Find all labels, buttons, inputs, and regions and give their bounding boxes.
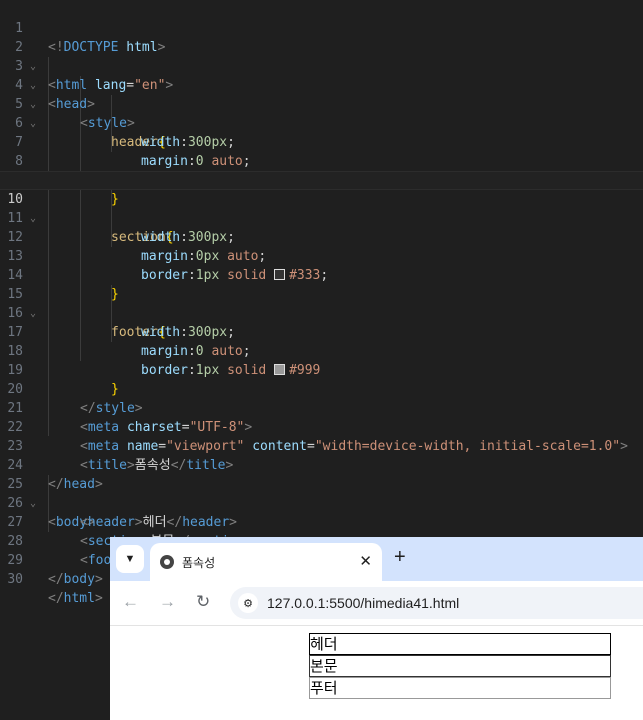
code-line[interactable]: 25 ⌄ <body> bbox=[0, 456, 643, 530]
code-line[interactable]: 7 margin:0 auto; bbox=[0, 114, 643, 169]
code-line[interactable]: 20 </style> bbox=[0, 361, 643, 416]
code-line[interactable]: 23 <title>폼속성</title> bbox=[0, 418, 643, 473]
forward-arrow-icon[interactable]: → bbox=[159, 592, 176, 612]
code-line[interactable]: 26 <header>헤더</header> bbox=[0, 475, 643, 530]
code-line[interactable]: 6 width:300px; bbox=[0, 95, 643, 150]
code-line[interactable]: 5 ⌄ header{ bbox=[0, 76, 643, 150]
code-line[interactable]: 8 border:1px solid #000; bbox=[0, 133, 643, 188]
close-icon[interactable]: ✕ bbox=[359, 552, 372, 570]
chevron-down-icon: ▼ bbox=[124, 553, 136, 565]
code-line[interactable]: 9 } bbox=[0, 152, 643, 207]
code-line[interactable]: 21 <meta charset="UTF-8"> bbox=[0, 380, 643, 435]
code-line[interactable]: 11 width:300px; bbox=[0, 190, 643, 245]
token: body bbox=[63, 572, 95, 587]
code-line[interactable]: 15 ⌄ footer{ bbox=[0, 266, 643, 340]
code-line[interactable]: 14 } bbox=[0, 247, 643, 302]
code-line[interactable]: 28 <footer>푸터</footer> bbox=[0, 513, 643, 568]
code-line[interactable]: 12 margin:0px auto; bbox=[0, 209, 643, 264]
tab-strip: ▼ 폼속성 ✕ + bbox=[110, 537, 643, 581]
rendered-footer: 푸터 bbox=[309, 677, 611, 699]
code-line[interactable]: 1 <!DOCTYPE html> bbox=[0, 0, 643, 55]
code-line[interactable]: 13 border:1px solid #333; bbox=[0, 228, 643, 283]
code-line[interactable]: 22 <meta name="viewport" content="width=… bbox=[0, 399, 643, 454]
globe-icon bbox=[160, 555, 174, 569]
tab-title: 폼속성 bbox=[182, 556, 216, 570]
address-bar[interactable]: ⚙ 127.0.0.1:5500/himedia41.html bbox=[230, 587, 643, 619]
code-line[interactable]: 19 } bbox=[0, 342, 643, 397]
token: html bbox=[63, 591, 95, 606]
code-line[interactable]: 16 width:300px; bbox=[0, 285, 643, 340]
code-line[interactable]: 18 border:1px solid #999 bbox=[0, 323, 643, 378]
code-line[interactable]: 2 ⌄ <html lang="en"> bbox=[0, 19, 643, 93]
rendered-header: 헤더 bbox=[309, 633, 611, 655]
site-info-icon[interactable]: ⚙ bbox=[238, 593, 258, 613]
line-number: 30 bbox=[7, 572, 23, 587]
code-line[interactable]: 17 margin:0 auto; bbox=[0, 304, 643, 359]
new-tab-plus-icon[interactable]: + bbox=[394, 546, 406, 569]
back-arrow-icon[interactable]: ← bbox=[122, 592, 139, 612]
code-line[interactable]: 3 ⌄ <head> bbox=[0, 38, 643, 112]
code-line-active[interactable]: 10 ⌄ section{ bbox=[0, 171, 643, 245]
code-line[interactable]: 24 </head> bbox=[0, 437, 643, 492]
page-viewport: 헤더 본문 푸터 bbox=[110, 626, 643, 720]
browser-window: ▼ 폼속성 ✕ + ← → ↻ ⚙ 127.0.0.1:5500/himedia… bbox=[110, 537, 643, 720]
reload-icon[interactable]: ↻ bbox=[196, 592, 210, 612]
browser-tab[interactable]: 폼속성 ✕ bbox=[150, 543, 382, 581]
browser-toolbar: ← → ↻ ⚙ 127.0.0.1:5500/himedia41.html bbox=[110, 581, 643, 626]
rendered-section: 본문 bbox=[309, 655, 611, 677]
code-line[interactable]: 27 <section>본문</section> bbox=[0, 494, 643, 549]
tab-search-button[interactable]: ▼ bbox=[116, 545, 144, 573]
url-text: 127.0.0.1:5500/himedia41.html bbox=[267, 595, 460, 611]
code-line[interactable]: 4 ⌄ <style> bbox=[0, 57, 643, 131]
